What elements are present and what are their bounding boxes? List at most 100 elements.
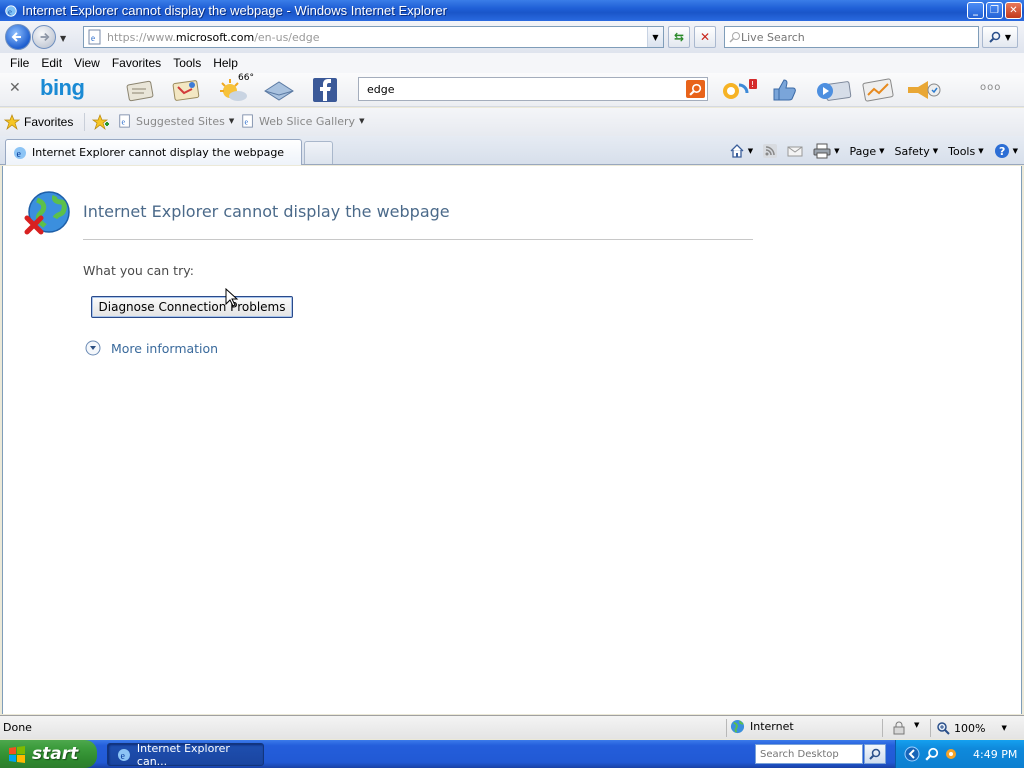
home-button[interactable]: ▼ xyxy=(729,143,753,159)
what-you-can-try-label: What you can try: xyxy=(83,263,194,278)
bing-rewards-icon[interactable] xyxy=(904,77,944,103)
lock-icon xyxy=(893,721,905,735)
web-slice-gallery-label: Web Slice Gallery xyxy=(259,114,356,128)
protected-mode-button[interactable]: ▼ xyxy=(892,721,919,735)
desktop-search-button[interactable] xyxy=(864,744,886,764)
zoom-level: 100% xyxy=(954,721,986,735)
favorites-label: Favorites xyxy=(24,115,74,129)
tray-search-icon[interactable] xyxy=(925,747,939,761)
read-mail-button[interactable] xyxy=(787,144,803,158)
thumbs-up-icon[interactable] xyxy=(768,77,802,103)
error-title: Internet Explorer cannot display the web… xyxy=(83,202,450,221)
chevron-down-icon: ▼ xyxy=(228,117,235,125)
security-zone[interactable]: Internet xyxy=(730,719,794,734)
start-button[interactable]: start xyxy=(0,740,97,768)
tools-menu[interactable]: Tools ▼ xyxy=(948,145,984,158)
menu-edit[interactable]: Edit xyxy=(35,56,68,70)
menu-tools[interactable]: Tools xyxy=(167,56,207,70)
desktop-search-box[interactable] xyxy=(755,744,863,764)
menu-view[interactable]: View xyxy=(68,56,106,70)
bing-search-button[interactable] xyxy=(686,80,705,98)
diagnose-connection-problems-button[interactable]: Diagnose Connection Problems xyxy=(91,296,293,318)
minimize-button[interactable]: _ xyxy=(967,2,984,19)
menu-favorites[interactable]: Favorites xyxy=(106,56,167,70)
feeds-button[interactable] xyxy=(763,144,778,158)
back-arrow-icon xyxy=(11,32,21,42)
help-button[interactable]: ? ▼ xyxy=(994,143,1018,159)
chevron-down-icon: ▼ xyxy=(1012,147,1018,155)
forward-arrow-icon xyxy=(40,32,50,42)
web-slice-gallery-link[interactable]: e Web Slice Gallery ▼ xyxy=(241,114,364,128)
chevron-down-icon: ▼ xyxy=(1004,32,1012,42)
page-menu[interactable]: Page ▼ xyxy=(850,145,885,158)
chevron-down-icon: ▼ xyxy=(834,147,840,155)
refresh-button[interactable]: ⇆ xyxy=(668,26,690,48)
menu-help[interactable]: Help xyxy=(207,56,244,70)
live-search-box[interactable] xyxy=(724,26,979,48)
tray-back-icon[interactable] xyxy=(904,746,920,762)
mouse-cursor-icon xyxy=(225,288,239,307)
zoom-magnifier-icon xyxy=(937,722,950,735)
add-to-favorites-icon[interactable] xyxy=(92,114,110,130)
ie-logo-icon: e xyxy=(117,748,130,761)
taskbar-ie-window[interactable]: e Internet Explorer can... xyxy=(107,742,264,768)
svg-text:e: e xyxy=(8,6,12,16)
stop-button[interactable]: ✕ xyxy=(694,26,716,48)
bing-search-box[interactable] xyxy=(358,77,708,101)
chevron-down-icon: ▼ xyxy=(747,147,754,155)
back-button[interactable] xyxy=(5,24,31,50)
print-button[interactable]: ▼ xyxy=(813,143,840,159)
chevron-down-icon: ▼ xyxy=(879,147,885,155)
forward-button[interactable] xyxy=(32,25,56,49)
windows-logo-icon xyxy=(9,746,25,763)
menu-file[interactable]: File xyxy=(4,56,35,70)
stop-icon: ✕ xyxy=(699,30,711,44)
close-button[interactable]: ✕ xyxy=(1005,2,1022,19)
search-go-button[interactable]: ▼ xyxy=(982,26,1018,48)
menu-bar: File Edit View Favorites Tools Help xyxy=(0,53,1024,73)
clock: 4:49 PM xyxy=(973,747,1018,761)
recent-pages-dropdown[interactable]: ▼ xyxy=(60,34,66,43)
status-text: Done xyxy=(3,721,32,734)
expand-chevron-icon xyxy=(85,340,101,356)
chevron-down-icon: ▼ xyxy=(978,147,984,155)
status-divider xyxy=(930,719,931,737)
maximize-button[interactable]: ❐ xyxy=(986,2,1003,19)
system-tray: 4:49 PM xyxy=(895,740,1024,768)
live-messenger-icon[interactable]: ! xyxy=(719,77,765,103)
weather-widget[interactable]: 66° xyxy=(216,73,254,105)
tray-messenger-icon[interactable] xyxy=(944,747,958,761)
address-dropdown[interactable]: ▼ xyxy=(647,27,663,47)
globe-error-icon xyxy=(24,191,70,235)
mail-icon[interactable] xyxy=(262,77,296,103)
finance-chart-icon[interactable] xyxy=(858,77,898,103)
ie-logo-icon: e xyxy=(5,4,17,17)
more-information-link[interactable]: More information xyxy=(85,340,218,356)
chevron-down-icon: ▼ xyxy=(359,117,365,125)
svg-text:!: ! xyxy=(751,80,754,89)
svg-text:e: e xyxy=(245,118,249,127)
magnifier-icon xyxy=(989,31,1001,43)
bing-search-input[interactable] xyxy=(367,79,667,99)
facebook-icon[interactable] xyxy=(312,77,338,103)
status-bar: Done Internet ▼ 100% ▼ xyxy=(0,715,1024,739)
desktop-search-input[interactable] xyxy=(760,748,860,760)
toolbar-more-dots[interactable]: ooo xyxy=(980,82,1001,93)
address-bar[interactable]: e https://www.microsoft.com/en-us/edge ▼ xyxy=(83,26,664,48)
news-icon[interactable] xyxy=(124,77,158,103)
suggested-sites-link[interactable]: e Suggested Sites ▼ xyxy=(118,114,234,128)
favorites-button[interactable]: Favorites xyxy=(4,112,73,132)
live-search-input[interactable] xyxy=(741,30,961,44)
video-icon[interactable] xyxy=(814,77,852,103)
ie-logo-icon: e xyxy=(14,146,26,160)
refresh-icon: ⇆ xyxy=(673,30,685,44)
address-row: ▼ e https://www.microsoft.com/en-us/edge… xyxy=(0,21,1024,53)
tab-active[interactable]: e Internet Explorer cannot display the w… xyxy=(5,139,302,165)
safety-menu[interactable]: Safety ▼ xyxy=(895,145,939,158)
new-tab-button[interactable] xyxy=(304,141,333,164)
status-divider xyxy=(882,719,883,737)
zoom-level-button[interactable]: 100% ▼ xyxy=(936,721,1007,735)
maps-icon[interactable] xyxy=(170,77,204,103)
bing-logo[interactable]: bing xyxy=(40,75,85,101)
close-toolbar-icon[interactable]: ✕ xyxy=(9,80,21,96)
